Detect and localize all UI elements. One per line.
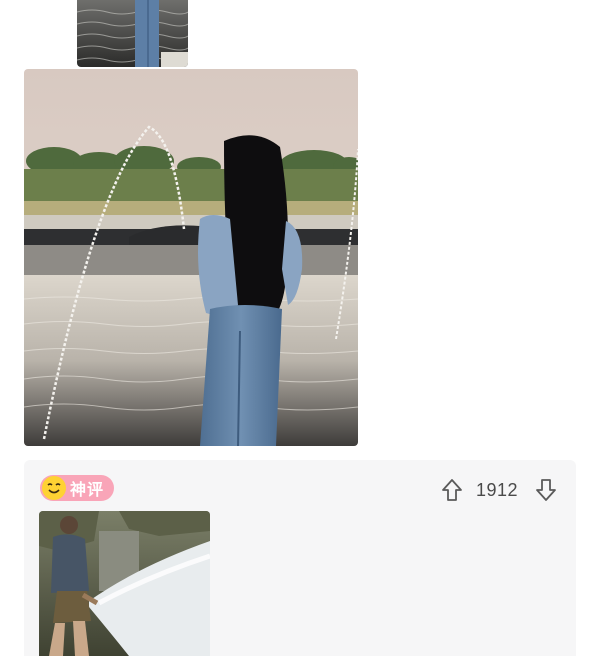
comment-photo[interactable] (39, 511, 210, 656)
vote-count: 1912 (475, 479, 518, 500)
arrow-up-icon[interactable] (440, 477, 464, 503)
post-thumbnail-image[interactable] (77, 0, 188, 67)
hot-comment-badge: 神评 (40, 475, 115, 501)
feed-page: 神评 1912 (0, 0, 600, 656)
smiley-face-icon (42, 476, 66, 500)
hot-comment-card: 神评 1912 (24, 460, 576, 656)
badge-label: 神评 (70, 482, 105, 499)
post-main-photo[interactable] (24, 69, 358, 446)
post-images (0, 0, 600, 452)
arrow-down-icon[interactable] (534, 477, 558, 503)
vote-controls: 1912 (440, 476, 558, 504)
